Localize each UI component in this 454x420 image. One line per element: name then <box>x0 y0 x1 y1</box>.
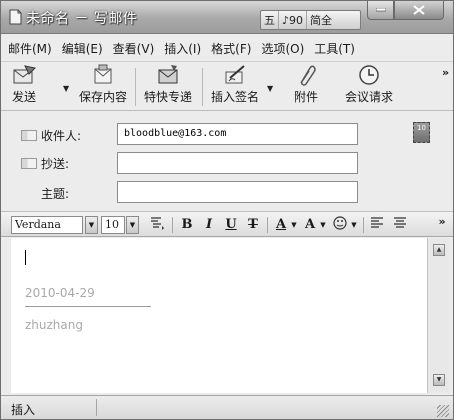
editor-margin <box>1 238 11 393</box>
to-field[interactable]: bloodblue@163.com <box>117 123 358 145</box>
menu-insert[interactable]: 插入(I) <box>164 40 201 57</box>
chevron-down-icon[interactable]: ▼ <box>350 216 358 234</box>
save-label: 保存内容 <box>78 90 127 104</box>
status-bar: 插入 <box>1 395 453 419</box>
format-divider <box>363 217 364 233</box>
scroll-up-icon[interactable]: ▲ <box>433 244 445 256</box>
address-book-icon[interactable] <box>21 130 37 141</box>
scroll-down-icon[interactable]: ▼ <box>433 374 445 386</box>
meeting-request-button[interactable]: 会议请求 <box>342 64 396 110</box>
signature-label: 插入签名 <box>210 90 259 104</box>
body-scrollbar[interactable]: ▲ ▼ <box>427 238 449 393</box>
text-caret <box>25 250 26 265</box>
cc-field[interactable] <box>117 152 358 174</box>
close-icon <box>413 5 425 15</box>
ime-input-mode[interactable]: 五 <box>261 11 279 29</box>
paragraph-list-icon <box>151 217 164 230</box>
ime-charset[interactable]: 简全 <box>307 11 335 29</box>
insert-signature-button[interactable]: 插入签名 <box>206 64 264 110</box>
send-icon <box>13 65 37 84</box>
signature-name: zhuzhang <box>25 318 83 332</box>
format-divider <box>267 217 268 233</box>
attach-button[interactable]: 附件 <box>286 64 326 110</box>
chevron-down-icon[interactable]: ▼ <box>126 216 139 234</box>
main-toolbar: 发送 ▼ 保存内容 特快专递 插入签名 ▼ 附件 会议请求 » <box>1 61 453 111</box>
align-center-icon <box>394 217 406 228</box>
menu-bar: 邮件(M) 编辑(E) 查看(V) 插入(I) 格式(F) 选项(O) 工具(T… <box>1 37 453 59</box>
ime-toolbar[interactable]: 五 ♪90 简全 <box>260 10 361 30</box>
message-header-fields: 收件人: bloodblue@163.com 抄送: 主题: 10 <box>1 113 453 211</box>
menu-view[interactable]: 查看(V) <box>113 40 155 57</box>
send-button[interactable]: 发送 <box>7 64 41 110</box>
menu-format[interactable]: 格式(F) <box>211 40 251 57</box>
menu-edit[interactable]: 编辑(E) <box>62 40 103 57</box>
font-color-button[interactable]: A <box>273 216 289 234</box>
express-button[interactable]: 特快专递 <box>139 64 197 110</box>
document-icon <box>9 9 22 25</box>
chevron-down-icon[interactable]: ▼ <box>319 216 327 234</box>
signature-icon <box>225 65 245 84</box>
align-left-icon <box>371 217 383 228</box>
express-mail-icon <box>158 65 178 84</box>
italic-button[interactable]: I <box>201 216 217 234</box>
format-overflow-button[interactable]: » <box>436 216 448 234</box>
stamp-icon[interactable]: 10 <box>413 122 430 143</box>
menu-mail[interactable]: 邮件(M) <box>8 40 52 57</box>
address-book-icon[interactable] <box>21 158 37 169</box>
send-label: 发送 <box>11 90 36 104</box>
highlight-color-button[interactable]: A <box>302 216 318 234</box>
format-toolbar: Verdana ▼ 10 ▼ B I U T A ▼ A ▼ ▼ » <box>1 211 453 237</box>
bold-button[interactable]: B <box>179 216 195 234</box>
toolbar-divider <box>202 68 203 106</box>
minimize-icon <box>375 8 386 12</box>
toolbar-overflow-button[interactable]: » <box>442 66 449 79</box>
subject-field[interactable] <box>117 181 358 203</box>
menu-tools[interactable]: 工具(T) <box>314 40 355 57</box>
font-family-select[interactable]: Verdana <box>11 216 83 234</box>
signature-divider <box>25 306 151 307</box>
emoticon-icon <box>333 216 347 230</box>
emoticon-button[interactable] <box>331 216 349 234</box>
close-button[interactable] <box>394 1 444 20</box>
window-title: 未命名 － 写邮件 <box>26 11 138 27</box>
menu-options[interactable]: 选项(O) <box>261 40 304 57</box>
attach-label: 附件 <box>293 90 318 104</box>
chevron-down-icon[interactable]: ▼ <box>85 216 98 234</box>
toolbar-divider <box>135 68 136 106</box>
chevron-down-icon[interactable]: ▼ <box>290 216 298 234</box>
title-bar[interactable]: 未命名 － 写邮件 五 ♪90 简全 <box>1 1 453 34</box>
align-center-button[interactable] <box>391 216 409 234</box>
send-dropdown-arrow[interactable]: ▼ <box>63 84 69 93</box>
align-left-button[interactable] <box>368 216 386 234</box>
status-insert-mode: 插入 <box>11 403 36 417</box>
format-divider <box>172 217 173 233</box>
status-divider <box>96 399 97 416</box>
signature-date: 2010-04-29 <box>25 286 95 300</box>
save-draft-icon <box>94 64 112 84</box>
paperclip-icon <box>300 65 316 86</box>
underline-button[interactable]: U <box>223 216 239 234</box>
minimize-button[interactable] <box>367 1 394 20</box>
meeting-label: 会议请求 <box>344 90 393 104</box>
subject-label: 主题: <box>41 187 70 201</box>
message-body-editor[interactable]: 2010-04-29 zhuzhang <box>11 238 427 393</box>
to-label: 收件人: <box>41 129 82 143</box>
resize-grip-icon[interactable] <box>437 405 449 417</box>
express-label: 特快专递 <box>143 90 192 104</box>
save-button[interactable]: 保存内容 <box>74 64 132 110</box>
strikethrough-button[interactable]: T <box>245 216 261 234</box>
compose-window: 未命名 － 写邮件 五 ♪90 简全 邮件(M) 编辑(E) 查看(V) 插入(… <box>0 0 454 420</box>
cc-label: 抄送: <box>41 157 70 171</box>
signature-dropdown-arrow[interactable]: ▼ <box>267 84 273 93</box>
ime-punctuation[interactable]: ♪90 <box>279 11 308 29</box>
font-size-select[interactable]: 10 <box>101 216 125 234</box>
paragraph-style-button[interactable] <box>147 216 167 234</box>
clock-icon <box>359 65 379 85</box>
